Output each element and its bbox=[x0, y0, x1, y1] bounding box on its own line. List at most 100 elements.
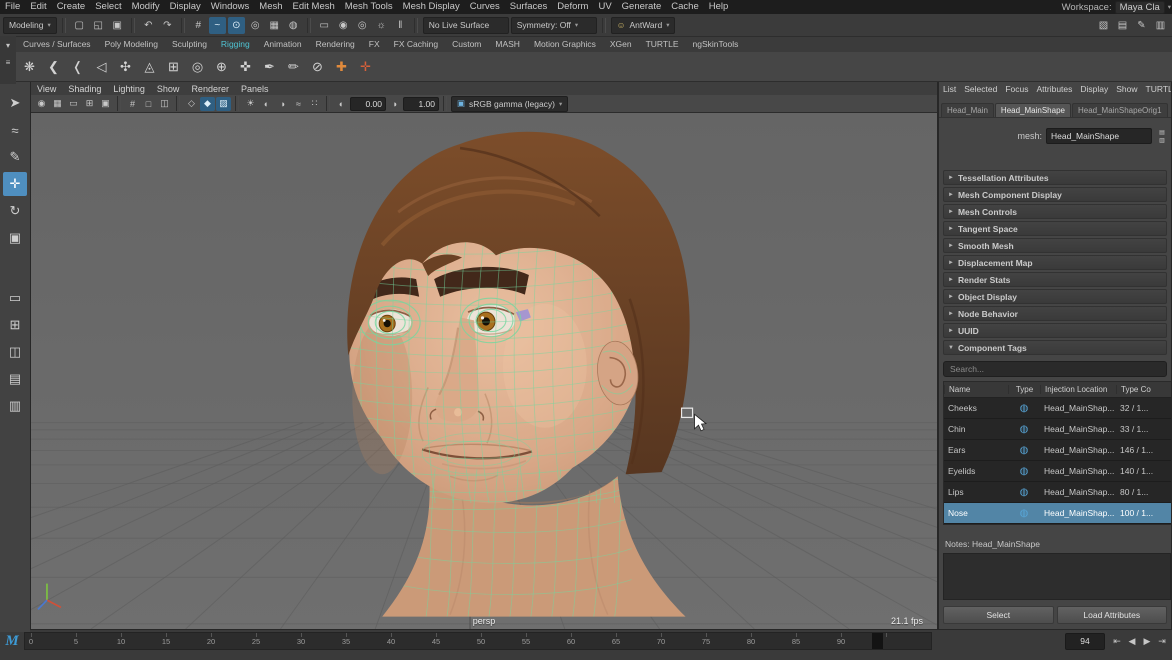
select-tool[interactable]: ➤ bbox=[3, 91, 27, 115]
render-settings-icon[interactable]: ☼ bbox=[373, 17, 390, 34]
section-mesh-component-display[interactable]: ►Mesh Component Display bbox=[943, 187, 1167, 202]
component-tags-search-input[interactable] bbox=[943, 361, 1167, 377]
show-hide-icon[interactable]: ▥ bbox=[1156, 137, 1168, 144]
magnet-tool-icon[interactable]: ✣ bbox=[114, 55, 137, 78]
viewport-menu-lighting[interactable]: Lighting bbox=[107, 84, 151, 94]
current-time-field[interactable] bbox=[1065, 633, 1105, 650]
table-row-chin[interactable]: Chin◍Head_MainShap...33 / 1... bbox=[944, 419, 1172, 440]
add-plus-icon[interactable]: ✚ bbox=[330, 55, 353, 78]
presets-icon[interactable]: ▤ bbox=[1156, 129, 1168, 136]
shelf-tab-mash[interactable]: MASH bbox=[488, 37, 527, 51]
ae-menu-attributes[interactable]: Attributes bbox=[1032, 84, 1076, 94]
snap-to-points-icon[interactable]: ⊙ bbox=[228, 17, 245, 34]
anti-aliasing-icon[interactable]: ∷ bbox=[307, 97, 322, 111]
menu-uv[interactable]: UV bbox=[593, 0, 616, 14]
single-pane-layout-button[interactable]: ▭ bbox=[3, 286, 27, 310]
menu-help[interactable]: Help bbox=[704, 0, 734, 14]
shelf-tab-options-icon[interactable]: ▾ bbox=[2, 39, 15, 52]
undo-icon[interactable]: ↶ bbox=[140, 17, 157, 34]
viewport-canvas[interactable]: persp 21.1 fps bbox=[31, 113, 937, 629]
menu-cache[interactable]: Cache bbox=[666, 0, 703, 14]
view-transform-selector[interactable]: ▣sRGB gamma (legacy)▾ bbox=[451, 96, 568, 112]
viewport-menu-panels[interactable]: Panels bbox=[235, 84, 275, 94]
column-header-injection-location[interactable]: Injection Location bbox=[1040, 385, 1116, 394]
pencil-tool-icon[interactable]: ✏ bbox=[282, 55, 305, 78]
snap-to-projected-center-icon[interactable]: ◎ bbox=[247, 17, 264, 34]
section-render-stats[interactable]: ►Render Stats bbox=[943, 272, 1167, 287]
current-frame-marker[interactable] bbox=[872, 633, 883, 649]
section-component-tags[interactable]: ▼Component Tags bbox=[943, 340, 1167, 355]
field-chart-icon[interactable]: # bbox=[125, 97, 140, 111]
shelf-tab-turtle[interactable]: TURTLE bbox=[639, 37, 686, 51]
tab-head-main[interactable]: Head_Main bbox=[941, 103, 994, 117]
move-tool[interactable]: ✛ bbox=[3, 172, 27, 196]
globe-icon[interactable]: ⊕ bbox=[210, 55, 233, 78]
slash-tool-icon[interactable]: ⊘ bbox=[306, 55, 329, 78]
rotate-tool[interactable]: ↻ bbox=[3, 199, 27, 223]
table-row-ears[interactable]: Ears◍Head_MainShap...146 / 1... bbox=[944, 440, 1172, 461]
ae-menu-turtle[interactable]: TURTLE bbox=[1142, 84, 1171, 94]
shelf-menu-icon[interactable]: ≡ bbox=[2, 56, 15, 69]
menu-create[interactable]: Create bbox=[52, 0, 91, 14]
shelf-tab-rigging[interactable]: Rigging bbox=[214, 37, 257, 51]
redo-icon[interactable]: ↷ bbox=[159, 17, 176, 34]
gate-mask-icon[interactable]: ▣ bbox=[98, 97, 113, 111]
paint-select-tool[interactable]: ✎ bbox=[3, 145, 27, 169]
pen-tool-icon[interactable]: ✒ bbox=[258, 55, 281, 78]
mesh-name-field[interactable] bbox=[1046, 128, 1152, 144]
chevron-left-tool-icon[interactable]: ❮ bbox=[42, 55, 65, 78]
table-row-lips[interactable]: Lips◍Head_MainShap...80 / 1... bbox=[944, 482, 1172, 503]
ae-menu-selected[interactable]: Selected bbox=[960, 84, 1001, 94]
shelf-tab-poly-modeling[interactable]: Poly Modeling bbox=[98, 37, 165, 51]
exposure-field[interactable] bbox=[350, 97, 386, 111]
lock-camera-icon[interactable]: ◉ bbox=[34, 97, 49, 111]
character-set-selector[interactable]: ☺AntWard▾ bbox=[611, 17, 676, 34]
shelf-tab-ngskintools[interactable]: ngSkinTools bbox=[686, 37, 746, 51]
exposure-icon[interactable]: ◐ bbox=[334, 97, 349, 111]
ipr-render-icon[interactable]: ◎ bbox=[354, 17, 371, 34]
table-row-nose[interactable]: Nose◍Head_MainShap...100 / 1... bbox=[944, 503, 1172, 524]
viewport-menu-renderer[interactable]: Renderer bbox=[185, 84, 235, 94]
open-scene-icon[interactable]: ◱ bbox=[90, 17, 107, 34]
viewport-menu-view[interactable]: View bbox=[31, 84, 62, 94]
snap-to-view-planes-icon[interactable]: ▦ bbox=[266, 17, 283, 34]
ae-menu-focus[interactable]: Focus bbox=[1001, 84, 1032, 94]
menu-file[interactable]: File bbox=[0, 0, 25, 14]
section-node-behavior[interactable]: ►Node Behavior bbox=[943, 306, 1167, 321]
textured-mode-icon[interactable]: ▨ bbox=[216, 97, 231, 111]
attribute-editor-icon[interactable]: ▤ bbox=[1114, 17, 1131, 34]
play-forward-icon[interactable]: ▶ bbox=[1140, 634, 1154, 648]
menu-modify[interactable]: Modify bbox=[127, 0, 165, 14]
menu-curves[interactable]: Curves bbox=[465, 0, 505, 14]
shelf-tab-fx[interactable]: FX bbox=[362, 37, 387, 51]
viewport-3d-scene[interactable] bbox=[31, 113, 937, 629]
symmetry-selector[interactable]: Symmetry: Off▾ bbox=[511, 17, 597, 34]
menu-windows[interactable]: Windows bbox=[206, 0, 255, 14]
snap-to-curves-icon[interactable]: ~ bbox=[209, 17, 226, 34]
crosshair-icon[interactable]: ✜ bbox=[234, 55, 257, 78]
use-all-lights-icon[interactable]: ☀ bbox=[243, 97, 258, 111]
shelf-tab-rendering[interactable]: Rendering bbox=[309, 37, 362, 51]
select-button[interactable]: Select bbox=[943, 606, 1054, 624]
film-gate-icon[interactable]: ▭ bbox=[66, 97, 81, 111]
shadows-icon[interactable]: ◐ bbox=[259, 97, 274, 111]
shelf-tab-fx-caching[interactable]: FX Caching bbox=[387, 37, 445, 51]
go-to-start-icon[interactable]: ⇤ bbox=[1110, 634, 1124, 648]
motion-blur-icon[interactable]: ≈ bbox=[291, 97, 306, 111]
pause-icon[interactable]: ‖ bbox=[392, 17, 409, 34]
shelf-tab-xgen[interactable]: XGen bbox=[603, 37, 639, 51]
scale-tool[interactable]: ▣ bbox=[3, 226, 27, 250]
column-header-type[interactable]: Type bbox=[1008, 385, 1040, 394]
section-smooth-mesh[interactable]: ►Smooth Mesh bbox=[943, 238, 1167, 253]
section-displacement-map[interactable]: ►Displacement Map bbox=[943, 255, 1167, 270]
lasso-select-tool[interactable]: ≈ bbox=[3, 118, 27, 142]
shelf-tab-animation[interactable]: Animation bbox=[257, 37, 309, 51]
grid-toggle-icon[interactable]: ▦ bbox=[50, 97, 65, 111]
table-row-eyelids[interactable]: Eyelids◍Head_MainShap...140 / 1... bbox=[944, 461, 1172, 482]
tab-head-mainshapeorig1[interactable]: Head_MainShapeOrig1 bbox=[1072, 103, 1168, 117]
workspace-selector[interactable]: Workspace: Maya Cla ▾ bbox=[1062, 1, 1172, 14]
notes-text-area[interactable] bbox=[943, 553, 1171, 600]
wedge-tool-icon[interactable]: ◁ bbox=[90, 55, 113, 78]
menu-surfaces[interactable]: Surfaces bbox=[505, 0, 553, 14]
section-object-display[interactable]: ►Object Display bbox=[943, 289, 1167, 304]
